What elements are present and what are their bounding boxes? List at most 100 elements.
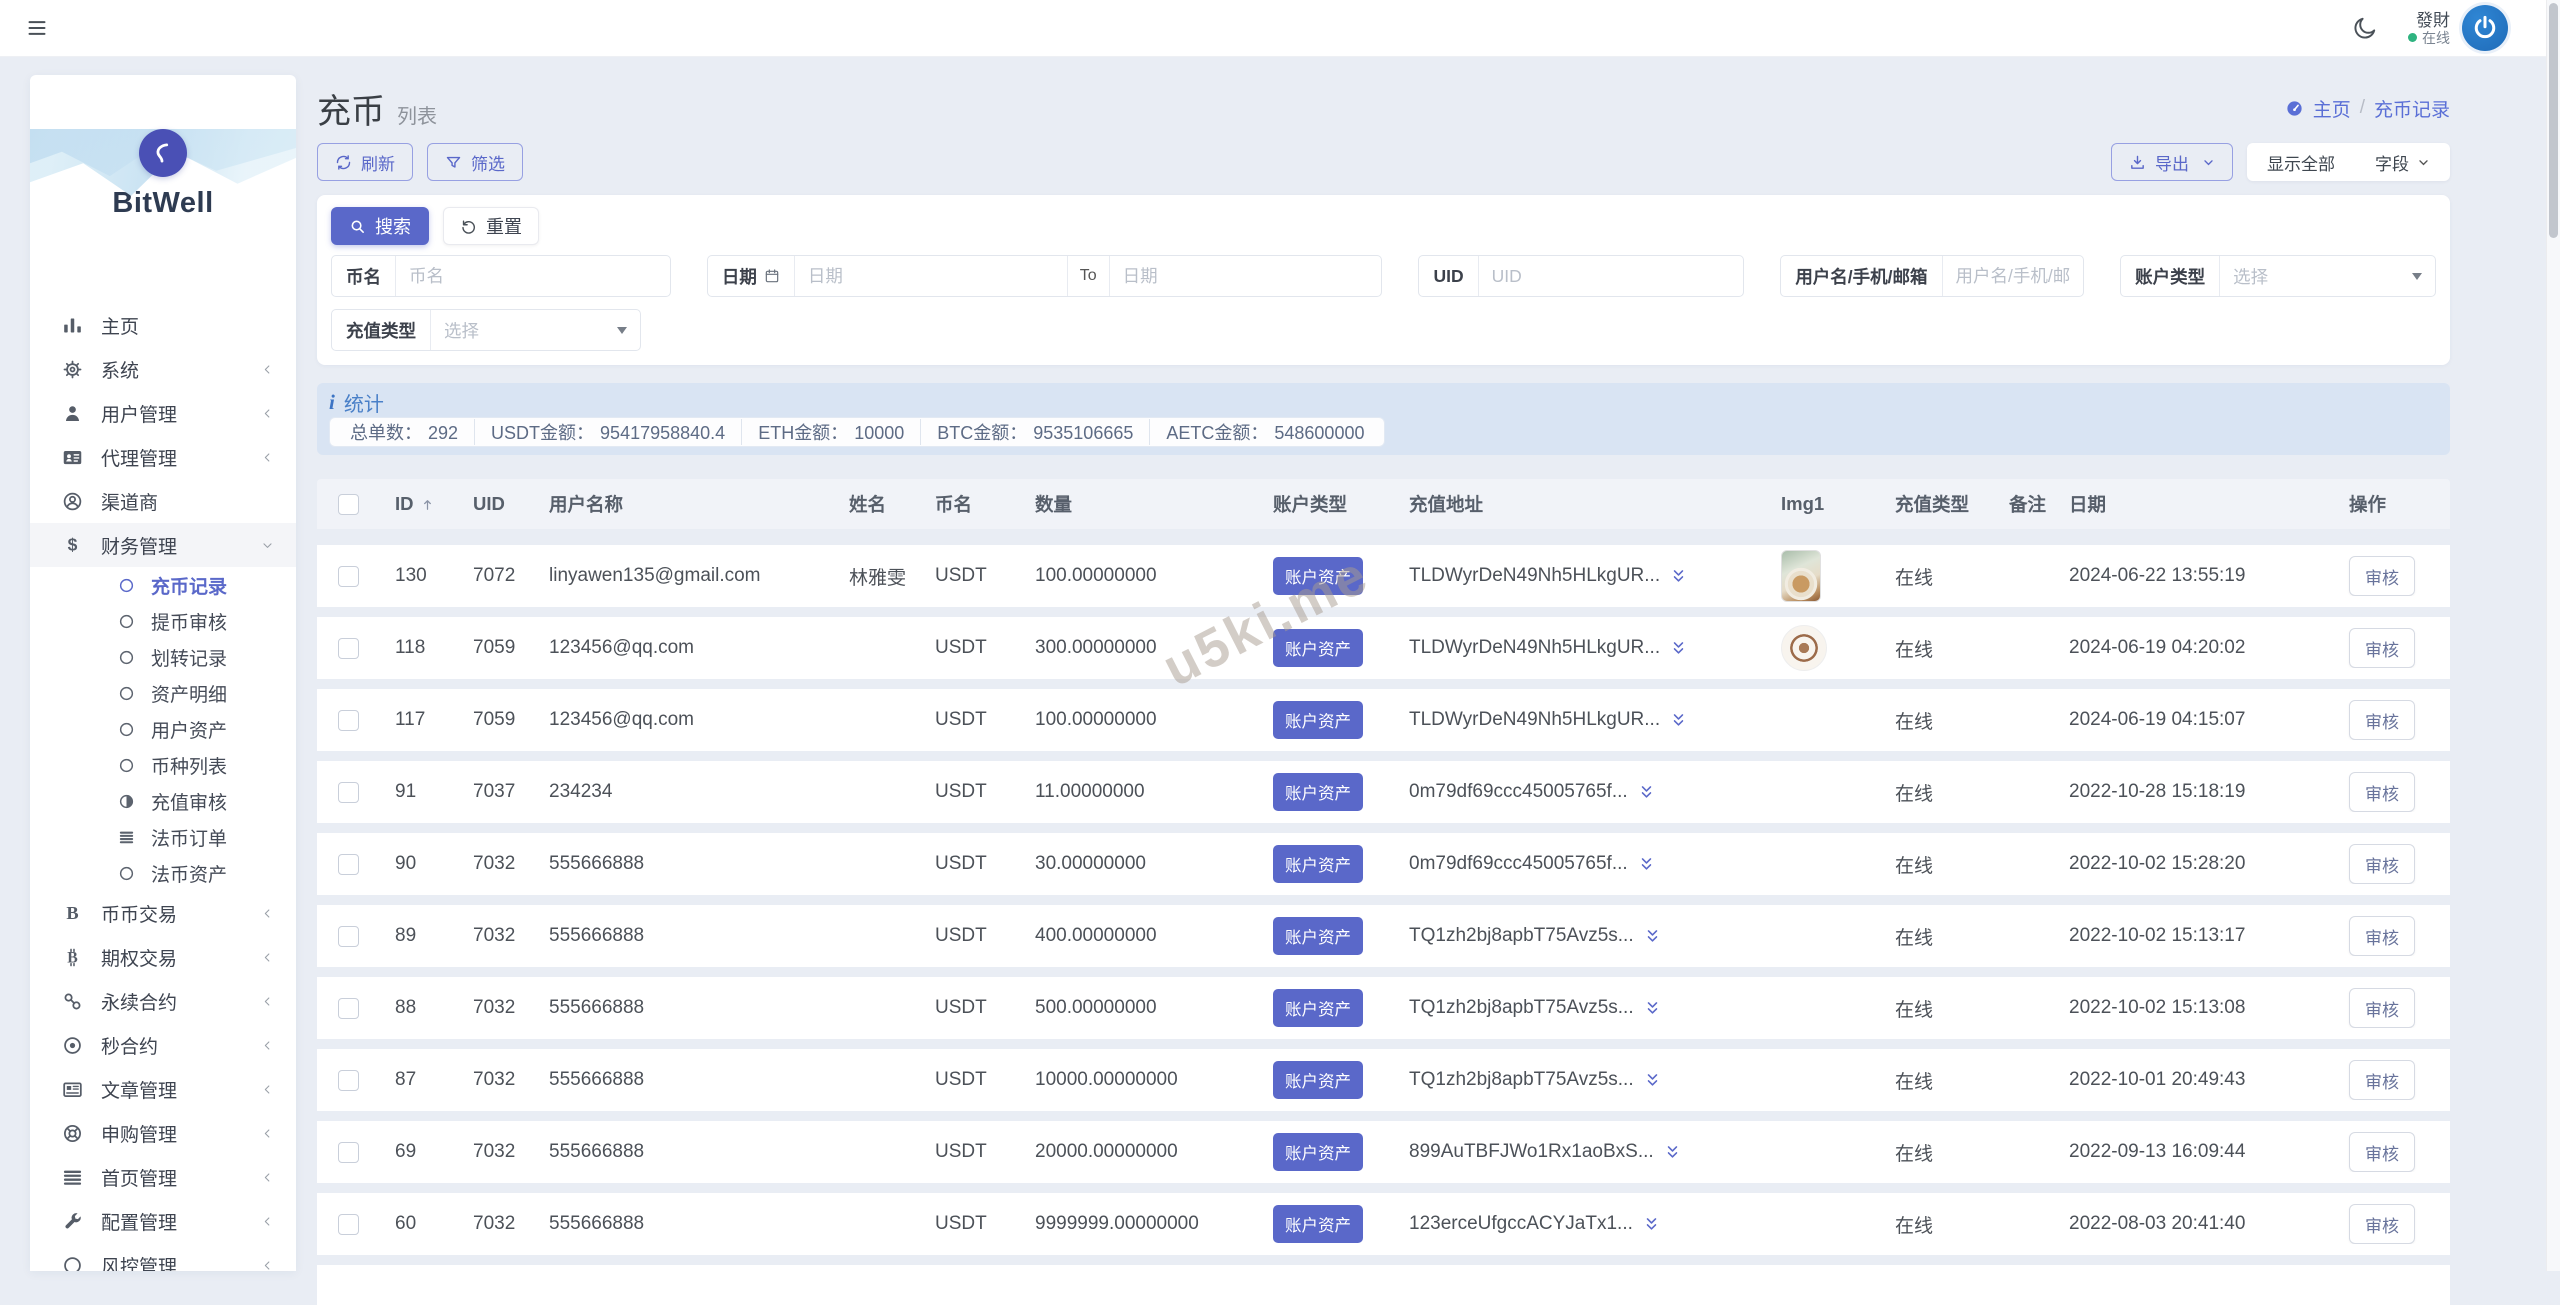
audit-button[interactable]: 审核 (2349, 844, 2415, 884)
expand-address-icon[interactable] (1643, 999, 1662, 1018)
column-header: 充值地址 (1409, 494, 1484, 515)
user-menu[interactable]: 發財 在线 (2408, 5, 2508, 51)
expand-address-icon[interactable] (1643, 1071, 1662, 1090)
date-from-input[interactable] (794, 256, 1067, 296)
deposit-proof-image[interactable] (1781, 550, 1821, 602)
coin-cell: USDT (935, 709, 987, 730)
avatar[interactable] (2462, 5, 2508, 51)
audit-button[interactable]: 审核 (2349, 916, 2415, 956)
audit-button[interactable]: 审核 (2349, 772, 2415, 812)
row-checkbox-cell (317, 1069, 379, 1091)
row-checkbox[interactable] (337, 997, 359, 1019)
refresh-icon (335, 154, 352, 171)
sidebar-item[interactable]: 主页 (30, 303, 296, 347)
sidebar-item[interactable]: 系统 (30, 347, 296, 391)
audit-button[interactable]: 审核 (2349, 1132, 2415, 1172)
dark-mode-moon-icon[interactable] (2352, 15, 2378, 41)
hamburger-menu-icon[interactable] (24, 18, 50, 38)
expand-address-icon[interactable] (1643, 927, 1662, 946)
row-checkbox[interactable] (337, 637, 359, 659)
sidebar-subitem[interactable]: 划转记录 (30, 639, 296, 675)
amount-cell: 10000.00000000 (1035, 1069, 1178, 1090)
row-checkbox[interactable] (337, 925, 359, 947)
row-checkbox[interactable] (337, 1141, 359, 1163)
deposit-proof-image[interactable] (1781, 625, 1827, 671)
recharge-type-cell: 在线 (1895, 1143, 1934, 1165)
circle-icon (118, 865, 135, 882)
recharge-type-select[interactable]: 选择 (431, 310, 640, 350)
sidebar-subitem[interactable]: 币种列表 (30, 747, 296, 783)
id-card-icon (62, 447, 83, 468)
sidebar-item[interactable]: $ 财务管理 (30, 523, 296, 567)
sidebar-item[interactable]: 代理管理 (30, 435, 296, 479)
expand-address-icon[interactable] (1637, 855, 1656, 874)
expand-address-icon[interactable] (1642, 1215, 1661, 1234)
sidebar-item[interactable]: 用户管理 (30, 391, 296, 435)
audit-button[interactable]: 审核 (2349, 700, 2415, 740)
sidebar-item-label: 主页 (101, 316, 140, 338)
sidebar-subitem[interactable]: 法币资产 (30, 855, 296, 891)
page-title: 充币 (317, 92, 385, 131)
expand-address-icon[interactable] (1669, 639, 1688, 658)
export-button[interactable]: 导出 (2111, 143, 2233, 181)
sidebar-item[interactable]: 渠道商 (30, 479, 296, 523)
row-checkbox[interactable] (337, 565, 359, 587)
expand-address-icon[interactable] (1637, 783, 1656, 802)
sidebar-item[interactable]: 申购管理 (30, 1111, 296, 1155)
scrollbar-thumb[interactable] (2548, 3, 2558, 238)
row-checkbox[interactable] (337, 709, 359, 731)
date-to-input[interactable] (1109, 256, 1382, 296)
sidebar-subitem[interactable]: 资产明细 (30, 675, 296, 711)
filter-button[interactable]: 筛选 (427, 143, 523, 181)
sidebar-item[interactable]: B 币币交易 (30, 891, 296, 935)
sidebar-subitem[interactable]: 充值审核 (30, 783, 296, 819)
sidebar-item[interactable]: 配置管理 (30, 1199, 296, 1243)
audit-button[interactable]: 审核 (2349, 1060, 2415, 1100)
audit-button[interactable]: 审核 (2349, 628, 2415, 668)
reset-button[interactable]: 重置 (443, 207, 539, 245)
row-checkbox[interactable] (337, 1069, 359, 1091)
breadcrumb-home[interactable]: 主页 (2313, 95, 2351, 122)
address-cell: 123erceUfgccACYJaTx1... (1393, 1213, 1765, 1235)
account-type-badge: 账户资产 (1273, 701, 1363, 739)
audit-button[interactable]: 审核 (2349, 988, 2415, 1028)
fields-button[interactable]: 字段 (2355, 143, 2450, 181)
table-row: 91 7037 234234 USDT 11.00000000 账户资产 0m79df69c… (317, 761, 2450, 823)
sidebar-item[interactable]: 首页管理 (30, 1155, 296, 1199)
account-type-cell: 账户资产 (1257, 557, 1393, 595)
sidebar-subitem[interactable]: 充币记录 (30, 567, 296, 603)
date-label: 日期 (708, 256, 795, 296)
expand-address-icon[interactable] (1669, 711, 1688, 730)
sidebar-subitem[interactable]: 用户资产 (30, 711, 296, 747)
account-type-select[interactable]: 选择 (2220, 256, 2435, 296)
username-input[interactable] (1942, 256, 2084, 296)
sort-asc-icon[interactable] (420, 497, 435, 512)
username-cell: linyawen135@gmail.com (549, 565, 761, 586)
row-checkbox[interactable] (337, 853, 359, 875)
scrollbar[interactable] (2546, 0, 2560, 1271)
svg-text:B: B (66, 903, 78, 923)
audit-button[interactable]: 审核 (2349, 1204, 2415, 1244)
sidebar-item[interactable]: 秒合约 (30, 1023, 296, 1067)
row-checkbox[interactable] (337, 1213, 359, 1235)
table-row: 69 7032 555666888 USDT 20000.00000000 账户资产 899… (317, 1121, 2450, 1183)
sidebar-subitem[interactable]: 法币订单 (30, 819, 296, 855)
uid-input[interactable] (1478, 256, 1744, 296)
sidebar-item[interactable]: 永续合约 (30, 979, 296, 1023)
sidebar: BitWell 主页 系统 用户管理 代理管理 渠道商 $ 财务管理 充币记录 提币审核 划转记录… (30, 75, 296, 1271)
coin-name-input[interactable] (396, 256, 670, 296)
show-all-button[interactable]: 显示全部 (2247, 143, 2355, 181)
dollar-icon: $ (62, 535, 83, 556)
search-button[interactable]: 搜索 (331, 207, 429, 245)
refresh-button[interactable]: 刷新 (317, 143, 413, 181)
expand-address-icon[interactable] (1669, 567, 1688, 586)
select-all-checkbox[interactable] (337, 493, 359, 515)
expand-address-icon[interactable] (1663, 1143, 1682, 1162)
sidebar-item[interactable]: B 期权交易 (30, 935, 296, 979)
audit-button[interactable]: 审核 (2349, 556, 2415, 596)
table-row: 88 7032 555666888 USDT 500.00000000 账户资产 TQ1zh… (317, 977, 2450, 1039)
row-checkbox[interactable] (337, 781, 359, 803)
sidebar-subitem[interactable]: 提币审核 (30, 603, 296, 639)
sidebar-item[interactable]: 文章管理 (30, 1067, 296, 1111)
sidebar-item[interactable]: 风控管理 (30, 1243, 296, 1271)
